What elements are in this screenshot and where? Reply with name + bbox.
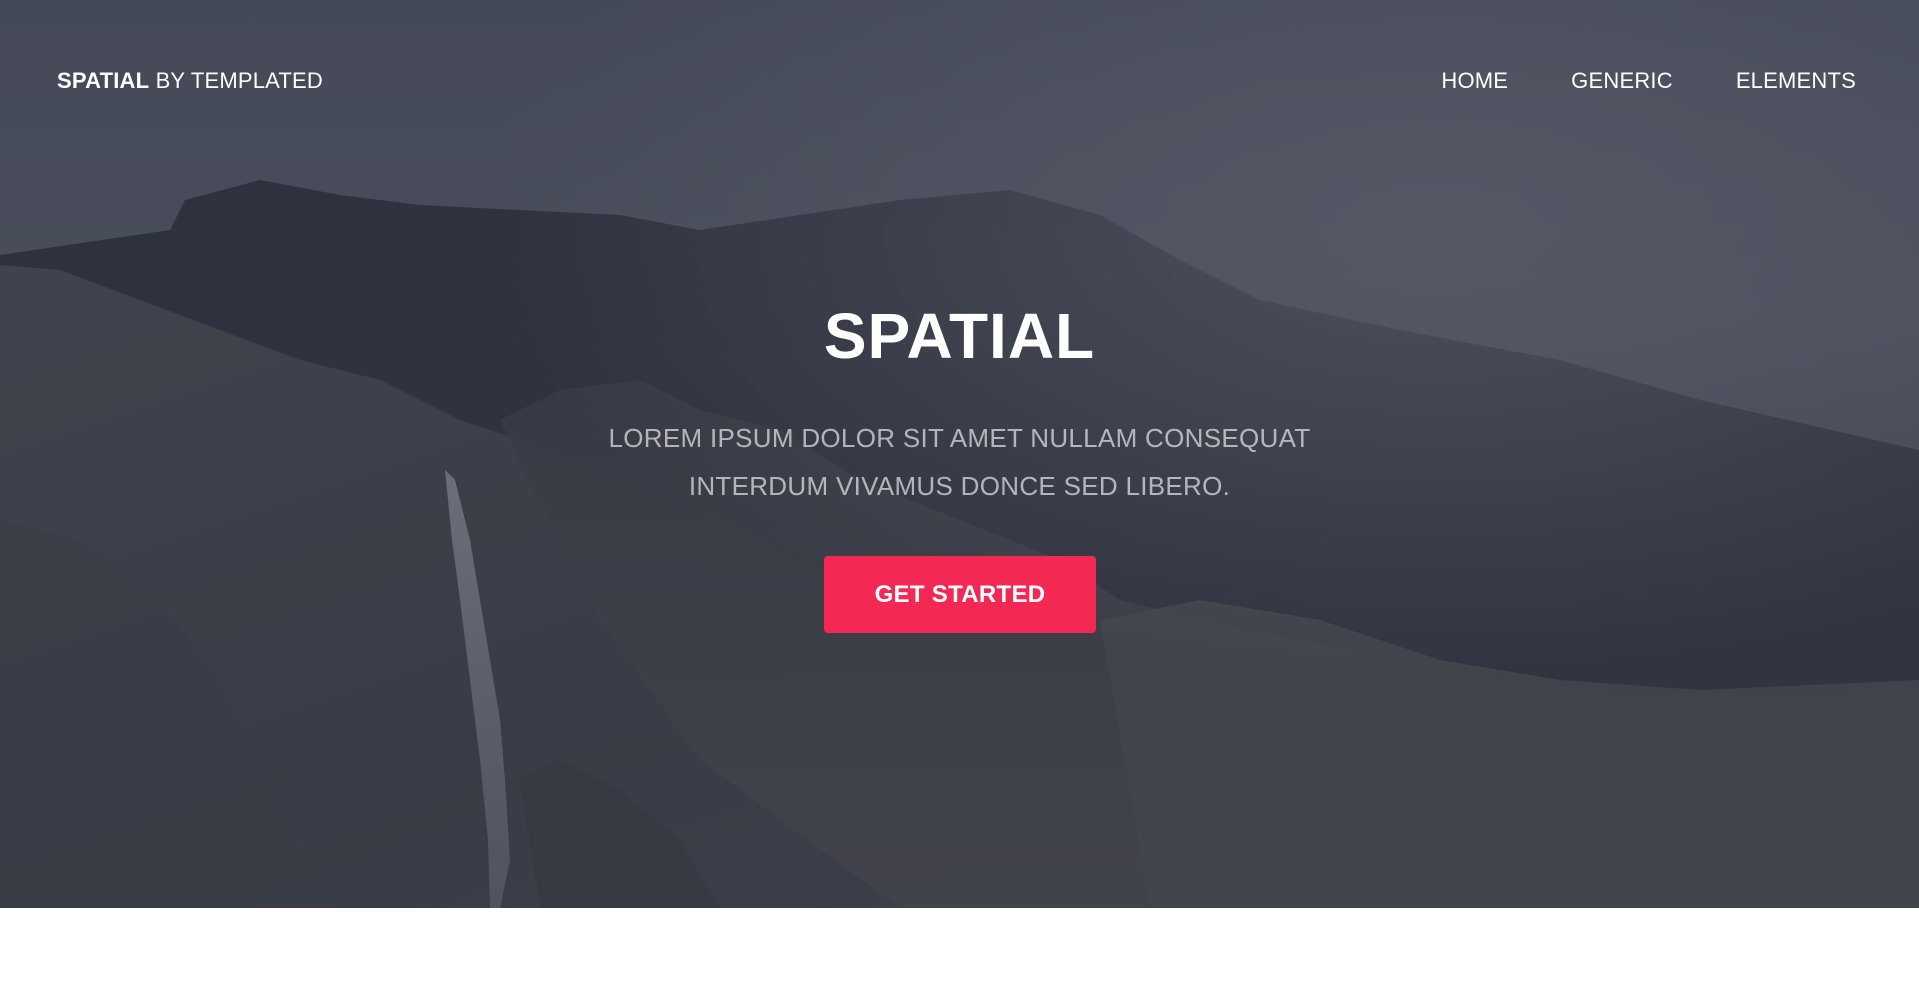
site-logo[interactable]: SPATIAL BY TEMPLATED [57, 68, 323, 94]
nav-link-home[interactable]: HOME [1441, 68, 1508, 94]
hero-title: SPATIAL [823, 300, 1096, 372]
get-started-button[interactable]: GET STARTED [824, 556, 1096, 633]
page-content-area [0, 908, 1919, 991]
logo-name: SPATIAL [57, 68, 150, 93]
nav-link-elements[interactable]: ELEMENTS [1736, 68, 1856, 94]
hero-banner: SPATIAL BY TEMPLATED HOME GENERIC ELEMEN… [0, 0, 1919, 908]
hero-subtitle: LOREM IPSUM DOLOR SIT AMET NULLAM CONSEQ… [0, 414, 1919, 510]
hero-subtitle-line-2: INTERDUM VIVAMUS DONCE SED LIBERO. [688, 471, 1231, 501]
logo-byline: BY TEMPLATED [155, 68, 324, 93]
nav-link-generic[interactable]: GENERIC [1571, 68, 1673, 94]
main-nav: HOME GENERIC ELEMENTS [1441, 68, 1856, 94]
site-header: SPATIAL BY TEMPLATED HOME GENERIC ELEMEN… [0, 0, 1919, 165]
hero-subtitle-line-1: LOREM IPSUM DOLOR SIT AMET NULLAM CONSEQ… [608, 423, 1311, 453]
